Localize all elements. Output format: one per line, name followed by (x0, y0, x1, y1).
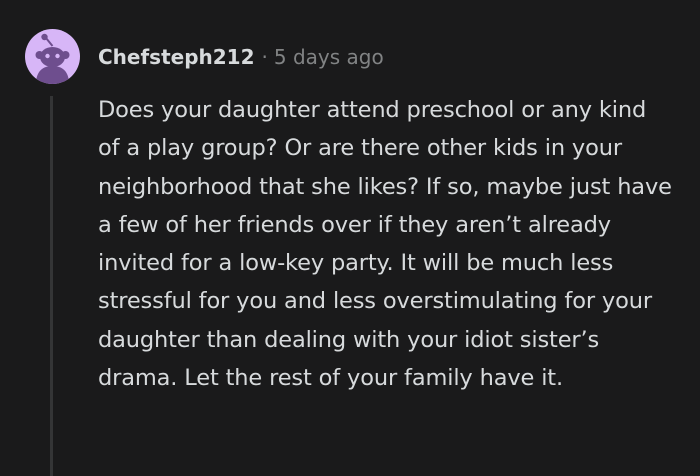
timestamp[interactable]: 5 days ago (274, 45, 384, 69)
comment-body: Does your daughter attend preschool or a… (98, 97, 672, 392)
username[interactable]: Chefsteph212 (98, 45, 255, 69)
comment-meta: Chefsteph212 · 5 days ago (98, 41, 384, 73)
comment: Chefsteph212 · 5 days ago Does your daught… (0, 0, 700, 476)
avatar[interactable] (25, 29, 80, 84)
thread-line[interactable] (50, 96, 53, 476)
snoo-avatar-icon (35, 33, 70, 84)
meta-separator: · (261, 45, 268, 69)
